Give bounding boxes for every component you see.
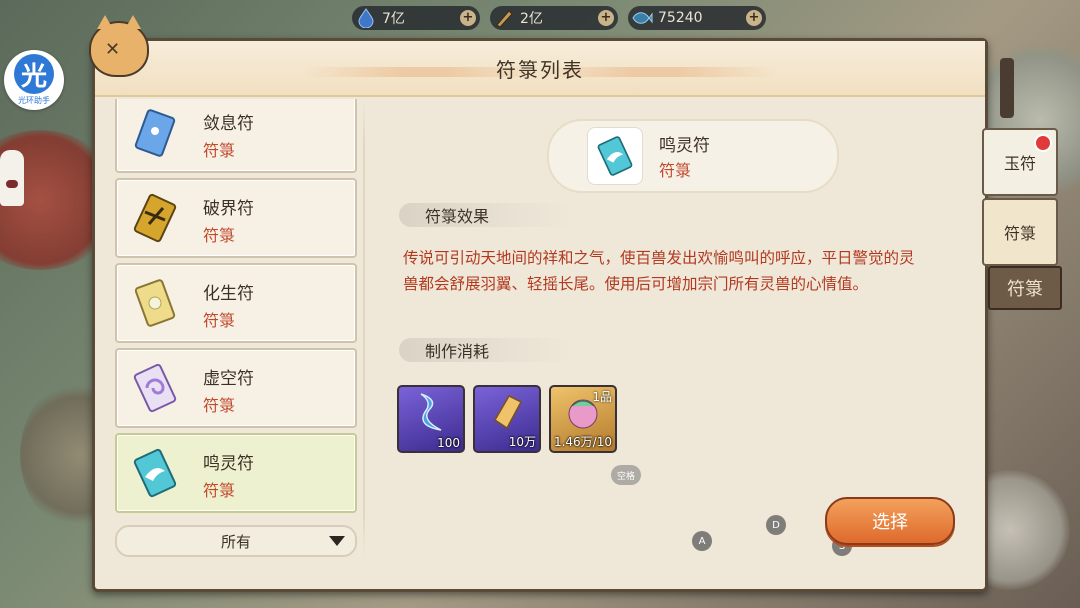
item-name: 鸣灵符 [203,454,254,474]
talisman-sign: 符箓 [988,266,1062,310]
selected-item-header: 鸣灵符 符箓 [547,119,839,193]
list-item[interactable]: 敛息符 符箓 [115,99,357,173]
detail-name: 鸣灵符 [659,136,710,156]
purple-swirl-talisman-icon [125,358,185,418]
blue-talisman-icon [125,103,185,163]
divider [363,99,365,559]
item-name: 破界符 [203,199,254,219]
notification-dot-icon [1034,134,1052,152]
cost-section-title: 制作消耗 [399,338,575,362]
tab-talisman[interactable]: 符箓 [982,198,1058,266]
add-resource-button[interactable]: + [746,10,762,26]
talisman-list[interactable]: 敛息符 符箓 破界符 符箓 化生符 符箓 虚空符 符箓 鸣灵符 符箓 [115,99,359,513]
list-item-selected[interactable]: 鸣灵符 符箓 [115,433,357,513]
helper-app-badge[interactable]: 光 光环助手 [4,50,64,110]
effect-section-title: 符箓效果 [399,203,575,227]
item-name: 虚空符 [203,369,254,389]
yellow-flower-talisman-icon [125,273,185,333]
talisman-panel: 符箓列表 ✕ 敛息符 符箓 破界符 符箓 化生符 符箓 虚空符 符箓 鸣灵符 符… [89,15,988,592]
helper-label: 光环助手 [18,96,50,105]
panel-header: 符箓列表 [95,41,985,97]
cat-mascot-icon: ✕ [89,15,149,77]
cost-item[interactable]: 10万 [473,385,541,453]
cost-quantity: 1.46万/10 [553,435,612,449]
item-name: 敛息符 [203,114,254,134]
golden-break-talisman-icon [125,188,185,248]
space-key-hint[interactable]: 空格 [611,465,641,485]
resource-material: 2亿 + [490,6,618,30]
filter-label: 所有 [220,532,251,551]
key-d-hint[interactable]: D [766,515,786,535]
cost-item[interactable]: 100 [397,385,465,453]
resource-water: 7亿 + [352,6,480,30]
item-category: 符箓 [203,481,236,500]
add-resource-button[interactable]: + [460,10,476,26]
cost-quantity: 100 [437,436,460,450]
helper-logo: 光 [14,54,54,94]
item-category: 符箓 [203,141,236,160]
cyan-bird-talisman-icon [587,127,643,185]
item-category: 符箓 [203,226,236,245]
tab-label: 符箓 [1003,224,1036,243]
key-a-hint[interactable]: A [692,531,712,551]
tab-label: 玉符 [1003,154,1036,173]
detail-category: 符箓 [659,161,692,180]
resource-spirit: 75240 + [628,6,766,30]
cost-list: 100 10万 1品 1.46万/10 [397,385,617,453]
cyan-bird-talisman-icon [125,443,185,503]
side-character [0,150,24,206]
list-item[interactable]: 化生符 符箓 [115,263,357,343]
cost-item[interactable]: 1品 1.46万/10 [549,385,617,453]
scroll-feather-icon [492,6,516,30]
cost-quantity: 10万 [508,435,536,449]
item-category: 符箓 [203,311,236,330]
tab-jade-talisman[interactable]: 玉符 [982,128,1058,196]
add-resource-button[interactable]: + [598,10,614,26]
fish-icon [630,6,654,30]
select-button[interactable]: 选择 [825,497,955,545]
item-name: 化生符 [203,284,254,304]
chevron-down-icon [329,536,345,546]
item-category: 符箓 [203,396,236,415]
water-drop-icon [354,6,378,30]
panel-title: 符箓列表 [496,57,584,82]
golden-paper-icon [475,387,539,437]
spirit-peach-icon [551,387,615,437]
category-filter-dropdown[interactable]: 所有 [115,525,357,557]
resource-value: 2亿 [520,11,543,27]
resource-value: 7亿 [382,11,405,27]
resource-bar: 7亿 + 2亿 + 75240 + [352,6,766,30]
scroll-rod [1000,58,1014,118]
effect-description: 传说可引动天地间的祥和之气，使百兽发出欢愉鸣叫的呼应，平日警觉的灵兽都会舒展羽翼… [403,249,915,293]
list-item[interactable]: 破界符 符箓 [115,178,357,258]
list-item[interactable]: 虚空符 符箓 [115,348,357,428]
blue-ink-stroke-icon [399,387,463,437]
resource-value: 75240 [658,10,703,26]
